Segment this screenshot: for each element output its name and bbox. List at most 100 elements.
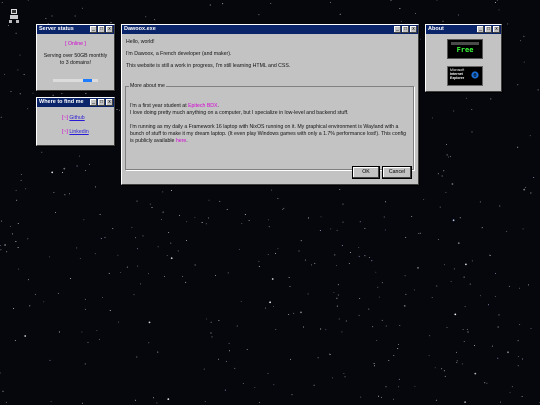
star (118, 321, 119, 323)
star (419, 232, 421, 234)
star (313, 384, 315, 386)
star (311, 264, 312, 266)
star (530, 327, 532, 329)
student-prefix: I'm a first year student at (130, 103, 189, 109)
config-here-link[interactable]: here (176, 138, 186, 144)
school-link[interactable]: Epitech BDX (188, 103, 217, 109)
maximize-button[interactable]: □ (485, 26, 492, 33)
star (19, 54, 21, 56)
star (325, 329, 327, 331)
star (112, 228, 114, 230)
star (270, 3, 272, 5)
star (398, 386, 400, 388)
star (95, 186, 96, 188)
star (507, 23, 509, 25)
linkedin-link[interactable]: Linkedin (69, 129, 88, 135)
star (388, 359, 390, 361)
star (218, 320, 220, 322)
minimize-button[interactable]: _ (477, 26, 484, 33)
star (456, 361, 458, 363)
star (55, 211, 56, 213)
star (224, 389, 226, 391)
find-me-titlebar[interactable]: Where to find me _ □ x (37, 98, 114, 107)
star (499, 205, 501, 207)
star (170, 242, 172, 244)
star (203, 368, 205, 370)
star (481, 227, 483, 229)
star (461, 363, 463, 365)
ok-button[interactable]: OK (353, 167, 379, 178)
cancel-button[interactable]: Cancel (383, 167, 411, 178)
maximize-button[interactable]: □ (98, 26, 105, 33)
star (162, 191, 164, 193)
star (84, 363, 86, 365)
free-badge[interactable]: Free (447, 39, 483, 59)
desktop-computer-icon[interactable] (8, 9, 20, 23)
star (464, 306, 466, 307)
star (208, 217, 209, 219)
star (385, 201, 387, 203)
star (405, 237, 407, 239)
star (466, 97, 468, 99)
star (342, 221, 344, 223)
server-progress-fill (83, 79, 92, 82)
star (339, 13, 341, 15)
close-button[interactable]: x (410, 26, 417, 33)
star (398, 378, 400, 380)
star (437, 173, 439, 175)
star (417, 267, 419, 269)
star (467, 331, 469, 333)
star (364, 228, 366, 229)
star (76, 247, 78, 249)
star (242, 383, 244, 384)
about-window: About _ □ x Free Microsoft Internet Expl… (425, 24, 502, 92)
star (148, 273, 150, 275)
star (258, 14, 260, 16)
star (236, 325, 238, 327)
star (498, 314, 500, 316)
star (0, 245, 1, 247)
star (17, 247, 19, 248)
github-link[interactable]: Github (69, 115, 84, 121)
star (403, 305, 406, 307)
dawoox-title: Dawoox.exe (124, 26, 156, 32)
star (371, 184, 373, 186)
star (331, 377, 333, 379)
star (390, 0, 392, 2)
ie-badge[interactable]: Microsoft Internet Explorer (447, 66, 483, 86)
maximize-button[interactable]: □ (98, 99, 105, 106)
close-button[interactable]: x (493, 26, 500, 33)
star (496, 0, 498, 1)
ie-logo-icon (471, 71, 479, 79)
star (489, 255, 491, 257)
star (225, 360, 227, 362)
star (96, 330, 98, 332)
star (156, 402, 158, 404)
close-button[interactable]: x (106, 99, 113, 106)
star (453, 110, 455, 112)
star (23, 73, 25, 75)
star (300, 311, 302, 314)
minimize-button[interactable]: _ (90, 26, 97, 33)
about-titlebar[interactable]: About _ □ x (426, 25, 501, 34)
minimize-button[interactable]: _ (394, 26, 401, 33)
star (343, 373, 345, 374)
server-status-title: Server status (39, 26, 74, 32)
close-button[interactable]: x (106, 26, 113, 33)
server-status-titlebar[interactable]: Server status _ □ x (37, 25, 114, 34)
setup-text: I'm running as my daily a Framework 16 l… (130, 124, 409, 145)
maximize-button[interactable]: □ (402, 26, 409, 33)
star (64, 194, 66, 196)
star (446, 154, 448, 156)
star (519, 323, 521, 325)
star (329, 1, 331, 3)
dawoox-titlebar[interactable]: Dawoox.exe _ □ x (122, 25, 418, 34)
star (108, 272, 110, 274)
star (157, 351, 159, 353)
star (10, 225, 11, 227)
minimize-button[interactable]: _ (90, 99, 97, 106)
star (479, 201, 481, 203)
star (307, 293, 309, 295)
setup-body: I'm running as my daily a Framework 16 l… (130, 124, 407, 144)
star (484, 382, 486, 384)
